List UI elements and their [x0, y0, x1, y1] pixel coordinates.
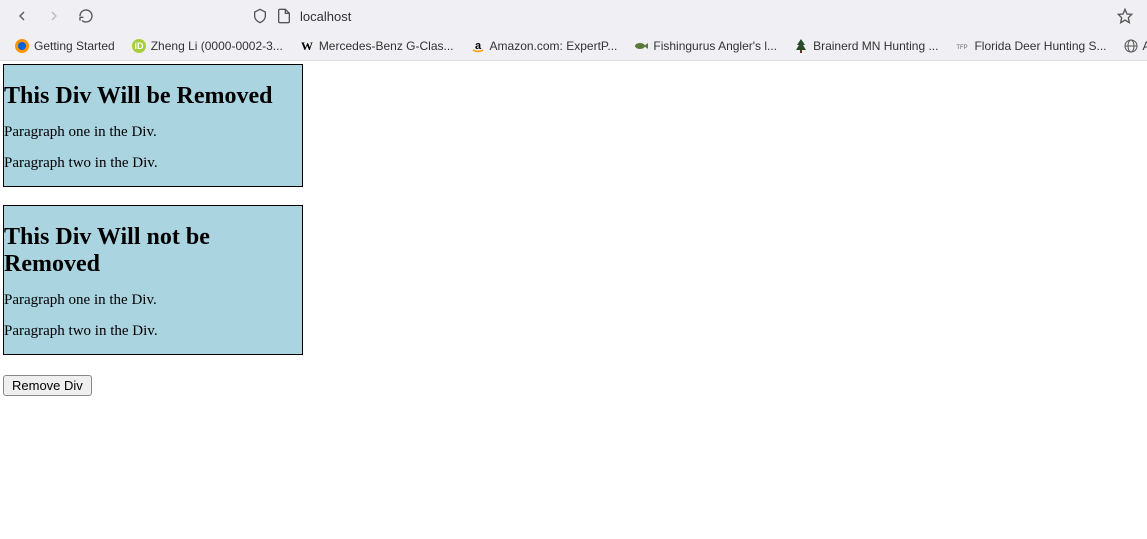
div2-para1: Paragraph one in the Div. [4, 292, 302, 309]
div1-heading: This Div Will be Removed [4, 83, 302, 110]
bookmark-fishingurus[interactable]: Fishingurus Angler's l... [627, 36, 783, 56]
page-content: This Div Will be Removed Paragraph one i… [0, 61, 1147, 399]
back-button[interactable] [8, 2, 36, 30]
div1-para2: Paragraph two in the Div. [4, 155, 302, 172]
amazon-icon: a [470, 38, 486, 54]
bookmark-label: Fishingurus Angler's l... [653, 39, 777, 53]
bookmark-label: Amazon.com: ExpertP... [490, 39, 618, 53]
bookmark-label: Mercedes-Benz G-Clas... [319, 39, 454, 53]
removable-div: This Div Will be Removed Paragraph one i… [3, 64, 303, 187]
bookmark-another[interactable]: Another r [1117, 36, 1147, 56]
div2-heading: This Div Will not be Removed [4, 224, 302, 278]
url-text: localhost [300, 9, 351, 24]
orcid-icon: iD [131, 38, 147, 54]
svg-text:W: W [301, 39, 313, 53]
bookmark-label: Zheng Li (0000-0002-3... [151, 39, 283, 53]
url-bar[interactable]: localhost [244, 2, 1107, 30]
bookmark-mercedes[interactable]: W Mercedes-Benz G-Clas... [293, 36, 460, 56]
firefox-icon [14, 38, 30, 54]
bookmark-amazon[interactable]: a Amazon.com: ExpertP... [464, 36, 624, 56]
star-icon [1117, 8, 1133, 24]
browser-chrome: localhost Getting Started iD Zheng Li (0… [0, 0, 1147, 61]
bookmark-getting-started[interactable]: Getting Started [8, 36, 121, 56]
bookmark-florida-deer[interactable]: TFP Florida Deer Hunting S... [948, 36, 1112, 56]
svg-text:TFP: TFP [957, 45, 968, 51]
back-icon [14, 8, 30, 24]
svg-text:iD: iD [134, 41, 144, 51]
globe-icon [1123, 38, 1139, 54]
forward-icon [46, 8, 62, 24]
tree-icon [793, 38, 809, 54]
document-icon [276, 8, 292, 24]
bookmark-brainerd[interactable]: Brainerd MN Hunting ... [787, 36, 944, 56]
reload-button[interactable] [72, 2, 100, 30]
bookmark-label: Brainerd MN Hunting ... [813, 39, 938, 53]
non-removable-div: This Div Will not be Removed Paragraph o… [3, 205, 303, 355]
fish-icon [633, 38, 649, 54]
bookmark-label: Getting Started [34, 39, 115, 53]
wikipedia-icon: W [299, 38, 315, 54]
remove-div-button[interactable]: Remove Div [3, 375, 92, 396]
div1-para1: Paragraph one in the Div. [4, 124, 302, 141]
bookmark-star-button[interactable] [1111, 2, 1139, 30]
div2-para2: Paragraph two in the Div. [4, 323, 302, 340]
bookmarks-bar: Getting Started iD Zheng Li (0000-0002-3… [0, 32, 1147, 60]
toolbar: localhost [0, 0, 1147, 32]
bookmark-label: Florida Deer Hunting S... [974, 39, 1106, 53]
shield-icon [252, 8, 268, 24]
bookmark-zheng-li[interactable]: iD Zheng Li (0000-0002-3... [125, 36, 289, 56]
text-icon: TFP [954, 38, 970, 54]
forward-button[interactable] [40, 2, 68, 30]
reload-icon [78, 8, 94, 24]
bookmark-label: Another r [1143, 39, 1147, 53]
